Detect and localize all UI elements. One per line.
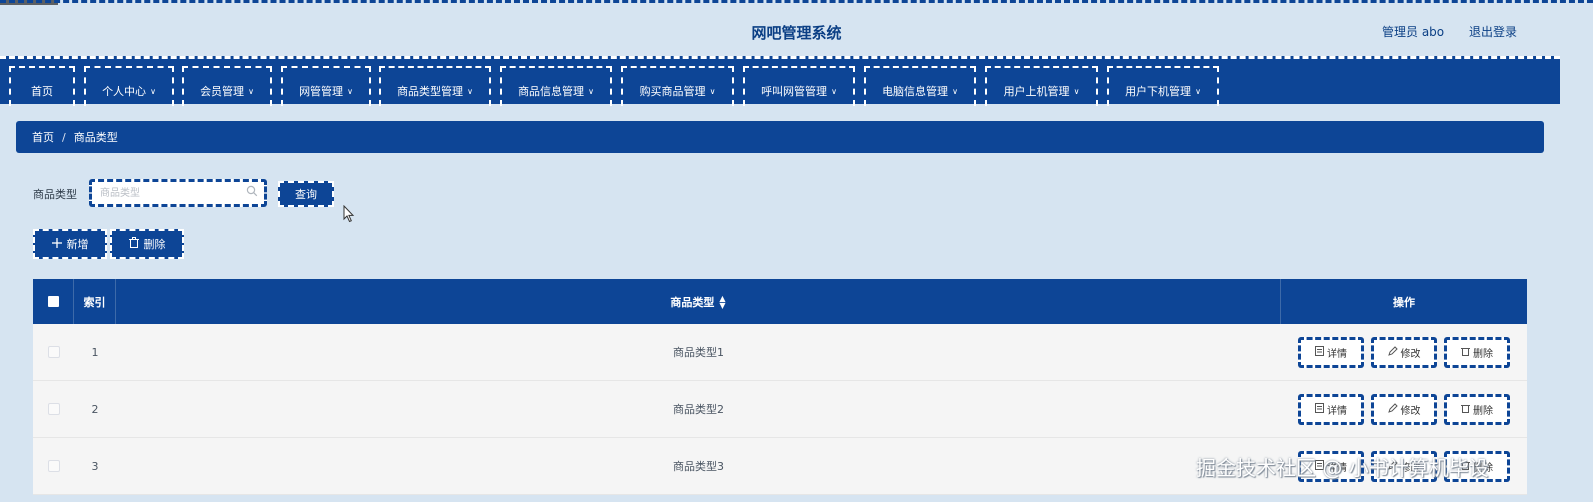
row-index: 1 (91, 345, 99, 359)
search-icon (246, 185, 258, 200)
logout-link[interactable]: 退出登录 (1469, 23, 1517, 40)
row-type: 商品类型1 (673, 346, 724, 359)
detail-button-label: 详情 (1327, 405, 1347, 417)
nav-item-label: 呼叫网管管理 (761, 85, 828, 98)
row-type: 商品类型3 (673, 460, 724, 473)
edit-button[interactable]: 修改 (1371, 336, 1437, 368)
trash-icon (1461, 346, 1470, 359)
trash-icon (128, 237, 139, 251)
select-all-checkbox[interactable] (47, 296, 59, 307)
nav-item-label: 网管管理 (299, 85, 344, 98)
page-edge (1560, 56, 1593, 502)
delete-button-label: 删除 (1473, 348, 1493, 360)
edit-button-label: 修改 (1400, 348, 1421, 360)
chevron-down-icon: ∨ (347, 86, 353, 96)
table-row: 1 商品类型1 详情 修改 删除 (33, 324, 1527, 381)
nav-item-call-admin-management[interactable]: 呼叫网管管理 ∨ (743, 66, 855, 106)
chevron-down-icon: ∨ (831, 86, 837, 96)
chevron-down-icon: ∨ (150, 86, 156, 96)
breadcrumb-home[interactable]: 首页 (32, 129, 54, 145)
nav-item-computer-info-management[interactable]: 电脑信息管理 ∨ (864, 66, 976, 106)
nav-item-product-type-management[interactable]: 商品类型管理 ∨ (379, 66, 491, 106)
breadcrumb-current: 商品类型 (73, 131, 118, 144)
nav-item-home[interactable]: 首页 (9, 66, 75, 106)
row-checkbox-cell (33, 324, 74, 380)
row-checkbox[interactable] (47, 403, 60, 415)
batch-delete-button-label: 删除 (143, 238, 166, 251)
document-icon (1315, 402, 1324, 416)
row-operations: 详情 修改 删除 (1281, 324, 1527, 380)
row-type: 商品类型2 (673, 403, 724, 416)
main-nav: 首页 个人中心 ∨ 会员管理 ∨ 网管管理 ∨ 商品类型管理 ∨ 商品信息管理 ∨ 购买商… (0, 56, 1560, 106)
nav-item-personal-center[interactable]: 个人中心 ∨ (84, 66, 174, 106)
nav-item-user-logout-management[interactable]: 用户下机管理 ∨ (1107, 66, 1219, 106)
detail-button[interactable]: 详情 (1298, 336, 1364, 368)
chevron-down-icon: ∨ (248, 86, 254, 96)
column-header-index: 索引 (74, 279, 116, 324)
table-row: 2 商品类型2 详情 修改 删除 (33, 381, 1527, 438)
nav-item-label: 会员管理 (200, 85, 245, 98)
pencil-icon (1387, 402, 1398, 416)
detail-button[interactable]: 详情 (1298, 393, 1364, 425)
chevron-down-icon: ∨ (952, 86, 958, 96)
delete-button[interactable]: 删除 (1444, 393, 1510, 425)
delete-button[interactable]: 删除 (1444, 336, 1510, 368)
pencil-icon (1387, 345, 1398, 359)
column-header-type-label: 商品类型 (670, 295, 715, 309)
search-input[interactable] (100, 185, 240, 201)
query-button[interactable]: 查询 (278, 181, 334, 207)
table-header: 索引 商品类型 ▲ ▼ 操作 (33, 279, 1527, 324)
nav-item-label: 购买商品管理 (639, 85, 706, 98)
row-checkbox[interactable] (47, 460, 60, 472)
chevron-down-icon: ∨ (1073, 86, 1080, 96)
nav-item-label: 用户上机管理 (1003, 85, 1070, 98)
user-label: 管理员 abo (1382, 25, 1445, 39)
nav-item-member-management[interactable]: 会员管理 ∨ (182, 66, 272, 106)
row-checkbox-cell (33, 438, 74, 494)
trash-icon (1461, 403, 1470, 416)
nav-item-label: 用户下机管理 (1125, 85, 1192, 98)
edit-button-label: 修改 (1400, 405, 1421, 417)
chevron-down-icon: ∨ (709, 86, 716, 96)
breadcrumb-separator: / (62, 130, 66, 144)
plus-icon (51, 237, 62, 251)
nav-item-label: 商品信息管理 (518, 85, 585, 98)
add-button-label: 新增 (66, 238, 89, 251)
row-index: 3 (91, 459, 99, 473)
mouse-cursor-icon (343, 204, 355, 226)
nav-item-product-info-management[interactable]: 商品信息管理 ∨ (500, 66, 612, 106)
column-header-operations: 操作 (1393, 295, 1415, 309)
app-title: 网吧管理系统 (751, 24, 842, 42)
watermark: 掘金技术社区 @ 小书计算机毕设 (1196, 456, 1489, 480)
search-label: 商品类型 (33, 188, 77, 201)
nav-item-purchase-management[interactable]: 购买商品管理 ∨ (621, 66, 734, 106)
top-border (0, 0, 1593, 4)
delete-button-label: 删除 (1473, 405, 1493, 417)
chevron-down-icon: ∨ (588, 86, 594, 96)
row-checkbox[interactable] (47, 346, 60, 358)
add-button[interactable]: 新增 (33, 229, 107, 259)
header-checkbox-cell (33, 279, 74, 324)
row-checkbox-cell (33, 381, 74, 437)
column-header-type[interactable]: 商品类型 ▲ ▼ (116, 279, 1281, 324)
nav-item-label: 首页 (31, 85, 53, 98)
chevron-down-icon: ∨ (467, 86, 473, 96)
nav-item-label: 商品类型管理 (397, 85, 464, 98)
nav-item-admin-management[interactable]: 网管管理 ∨ (281, 66, 371, 106)
detail-button-label: 详情 (1327, 348, 1347, 360)
nav-item-label: 电脑信息管理 (882, 85, 949, 98)
sort-icon[interactable]: ▲ ▼ (719, 294, 725, 309)
header: 网吧管理系统 管理员 abo 退出登录 (0, 5, 1593, 57)
document-icon (1315, 345, 1324, 359)
row-operations: 详情 修改 删除 (1281, 381, 1527, 437)
breadcrumb: 首页 / 商品类型 (16, 121, 1544, 153)
row-index: 2 (91, 402, 99, 416)
nav-item-label: 个人中心 (102, 85, 147, 98)
edit-button[interactable]: 修改 (1371, 393, 1437, 425)
nav-item-user-login-management[interactable]: 用户上机管理 ∨ (985, 66, 1098, 106)
chevron-down-icon: ∨ (1195, 86, 1201, 96)
search-field[interactable] (89, 179, 267, 207)
batch-delete-button[interactable]: 删除 (110, 229, 184, 259)
